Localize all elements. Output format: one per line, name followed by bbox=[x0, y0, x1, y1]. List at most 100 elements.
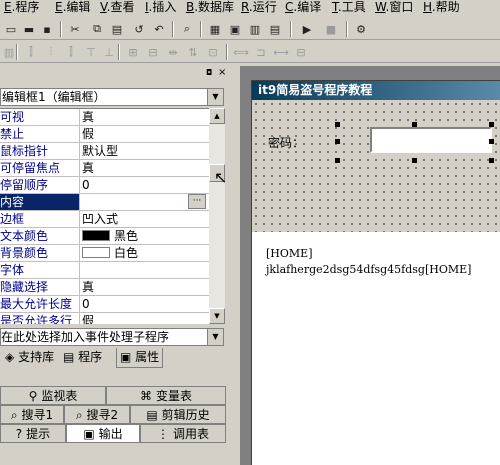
tab-search1[interactable]: ⌕ 搜寻1 bbox=[0, 405, 64, 424]
tab-call-stack[interactable]: ⋮ 调用表 bbox=[140, 424, 226, 443]
undo-icon[interactable]: ↺ bbox=[130, 20, 148, 38]
save-icon[interactable]: ▪ bbox=[38, 20, 56, 38]
align-left-icon[interactable]: ⫿ bbox=[22, 43, 40, 61]
property-row[interactable]: 可视真 bbox=[0, 109, 210, 126]
menu-help[interactable]: H.帮助 bbox=[423, 0, 460, 16]
tab-hint[interactable]: ? 提示 bbox=[0, 424, 66, 443]
property-value[interactable] bbox=[82, 262, 210, 278]
tab-search2[interactable]: ⌕ 搜寻2 bbox=[64, 405, 130, 424]
password-editbox[interactable] bbox=[370, 127, 492, 153]
menu-window[interactable]: W.窗口 bbox=[375, 0, 413, 16]
ellipsis-button[interactable]: ··· bbox=[188, 194, 206, 209]
compile-icon[interactable]: ⚙ bbox=[352, 20, 370, 38]
resize-handle[interactable] bbox=[489, 122, 494, 127]
property-value-text: 真 bbox=[82, 110, 95, 124]
property-row[interactable]: 鼠标指针 默认型 bbox=[0, 143, 210, 160]
tab-support-library[interactable]: ◈ 支持库 bbox=[2, 348, 57, 368]
component-selector[interactable]: 编辑框1（编辑框） ▼ bbox=[0, 88, 224, 106]
menu-edit[interactable]: E.编辑 bbox=[55, 0, 90, 16]
paste-icon[interactable]: ▤ bbox=[108, 20, 126, 38]
property-value[interactable]: ··· bbox=[82, 194, 210, 210]
property-value[interactable]: 白色 bbox=[82, 245, 210, 261]
copy-icon[interactable]: ⧉ bbox=[88, 20, 106, 38]
property-row[interactable]: 背景颜色 白色 bbox=[0, 245, 210, 262]
menu-database[interactable]: B.数据库 bbox=[186, 0, 234, 16]
redo-icon[interactable]: ↶ bbox=[150, 20, 168, 38]
property-value[interactable]: 真 bbox=[82, 160, 210, 176]
property-row[interactable]: 可停留焦点真 bbox=[0, 160, 210, 177]
property-scrollbar[interactable]: ▲ ▼ bbox=[209, 108, 225, 324]
property-row[interactable]: 隐藏选择真 bbox=[0, 279, 210, 296]
scroll-up-icon[interactable]: ▲ bbox=[209, 108, 225, 124]
tab-clip-history[interactable]: ▤ 剪辑历史 bbox=[130, 405, 226, 424]
property-row[interactable]: 字体 bbox=[0, 262, 210, 279]
tab-variables[interactable]: ⌘ 变量表 bbox=[106, 386, 226, 405]
menu-program[interactable]: E.程序 bbox=[4, 0, 39, 16]
menu-compile[interactable]: C.编译 bbox=[285, 0, 321, 16]
align-top-icon[interactable]: ⊤ bbox=[82, 43, 100, 61]
resize-handle[interactable] bbox=[335, 139, 340, 144]
layout-icon[interactable]: ▦ bbox=[206, 20, 224, 38]
property-name: 停留顺序 bbox=[0, 177, 80, 193]
resize-handle[interactable] bbox=[335, 158, 340, 163]
same-height-icon[interactable]: ⊐ bbox=[252, 43, 270, 61]
align-center-icon[interactable]: ⫶ bbox=[42, 43, 60, 61]
property-row[interactable]: 文本颜色 黑色 bbox=[0, 228, 210, 245]
menu-view[interactable]: V.查看 bbox=[100, 0, 135, 16]
tab-properties[interactable]: ▣ 属性 bbox=[116, 348, 164, 368]
menu-insert[interactable]: I.插入 bbox=[145, 0, 176, 16]
same-width-icon[interactable]: ⟺ bbox=[232, 43, 250, 61]
open-icon[interactable]: ▬ bbox=[20, 20, 38, 38]
chevron-down-icon[interactable]: ▼ bbox=[207, 89, 223, 105]
property-row[interactable]: 停留顺序 0 bbox=[0, 177, 210, 194]
find-icon[interactable]: ⌕ bbox=[178, 20, 196, 38]
event-selector[interactable]: 在此处选择加入事件处理子程序 ▼ bbox=[0, 328, 224, 346]
align-bottom-icon[interactable]: ⊥ bbox=[100, 43, 118, 61]
panel-icon[interactable]: ▥ bbox=[246, 20, 264, 38]
property-value[interactable]: 0 bbox=[82, 177, 210, 193]
new-icon[interactable]: ▭ bbox=[2, 20, 20, 38]
space-vertical-icon[interactable]: ⇅ bbox=[184, 43, 202, 61]
close-icon[interactable]: × bbox=[218, 68, 228, 78]
tab-watch[interactable]: ⚲ 监视表 bbox=[0, 386, 106, 405]
property-value[interactable]: 黑色 bbox=[82, 228, 210, 244]
space-horizontal-icon[interactable]: ⇹ bbox=[164, 43, 182, 61]
property-row[interactable]: 边框 凹入式 bbox=[0, 211, 210, 228]
resize-handle[interactable] bbox=[335, 122, 340, 127]
resize-handle[interactable] bbox=[489, 139, 494, 144]
property-row[interactable]: 禁止假 bbox=[0, 126, 210, 143]
property-row[interactable]: 是否允许多行假 bbox=[0, 313, 210, 324]
property-value[interactable]: 0 bbox=[82, 296, 210, 312]
property-value[interactable]: 凹入式 bbox=[82, 211, 210, 227]
color-swatch bbox=[82, 247, 110, 258]
center-horizontal-icon[interactable]: ⊞ bbox=[124, 43, 142, 61]
same-size-icon[interactable]: ⊡ bbox=[204, 43, 222, 61]
property-value[interactable]: 假 bbox=[82, 313, 210, 324]
tab-output[interactable]: ▣ 输出 bbox=[66, 424, 140, 443]
property-value[interactable]: 默认型 bbox=[82, 143, 210, 159]
stop-icon[interactable]: ■ bbox=[322, 20, 340, 38]
run-icon[interactable]: ▶ bbox=[298, 20, 316, 38]
tab-program[interactable]: ▤ 程序 bbox=[60, 348, 105, 368]
align-right-icon[interactable]: ⫿ bbox=[62, 43, 80, 61]
property-value[interactable]: 真 bbox=[82, 279, 210, 295]
scroll-down-icon[interactable]: ▼ bbox=[209, 308, 225, 324]
window-icon[interactable]: ▣ bbox=[226, 20, 244, 38]
property-row[interactable]: 内容 ··· bbox=[0, 194, 210, 211]
resize-handle[interactable] bbox=[412, 158, 417, 163]
resize-handle[interactable] bbox=[412, 122, 417, 127]
property-value[interactable]: 真 bbox=[82, 109, 210, 125]
menu-run[interactable]: R.运行 bbox=[241, 0, 277, 16]
send-back-icon[interactable]: ⊟ bbox=[292, 43, 310, 61]
bring-front-icon[interactable]: ⟷ bbox=[272, 43, 290, 61]
property-row[interactable]: 最大允许长度 0 bbox=[0, 296, 210, 313]
properties-panel-icon[interactable]: ▤ bbox=[266, 20, 284, 38]
property-value[interactable]: 假 bbox=[82, 126, 210, 142]
menu-tools[interactable]: T.工具 bbox=[332, 0, 366, 16]
chevron-down-icon[interactable]: ▼ bbox=[207, 329, 223, 345]
center-vertical-icon[interactable]: ⊟ bbox=[144, 43, 162, 61]
resize-handle[interactable] bbox=[489, 158, 494, 163]
form-canvas[interactable] bbox=[252, 100, 500, 232]
cut-icon[interactable]: ✂ bbox=[66, 20, 84, 38]
pin-icon[interactable]: ◘ bbox=[206, 69, 214, 77]
